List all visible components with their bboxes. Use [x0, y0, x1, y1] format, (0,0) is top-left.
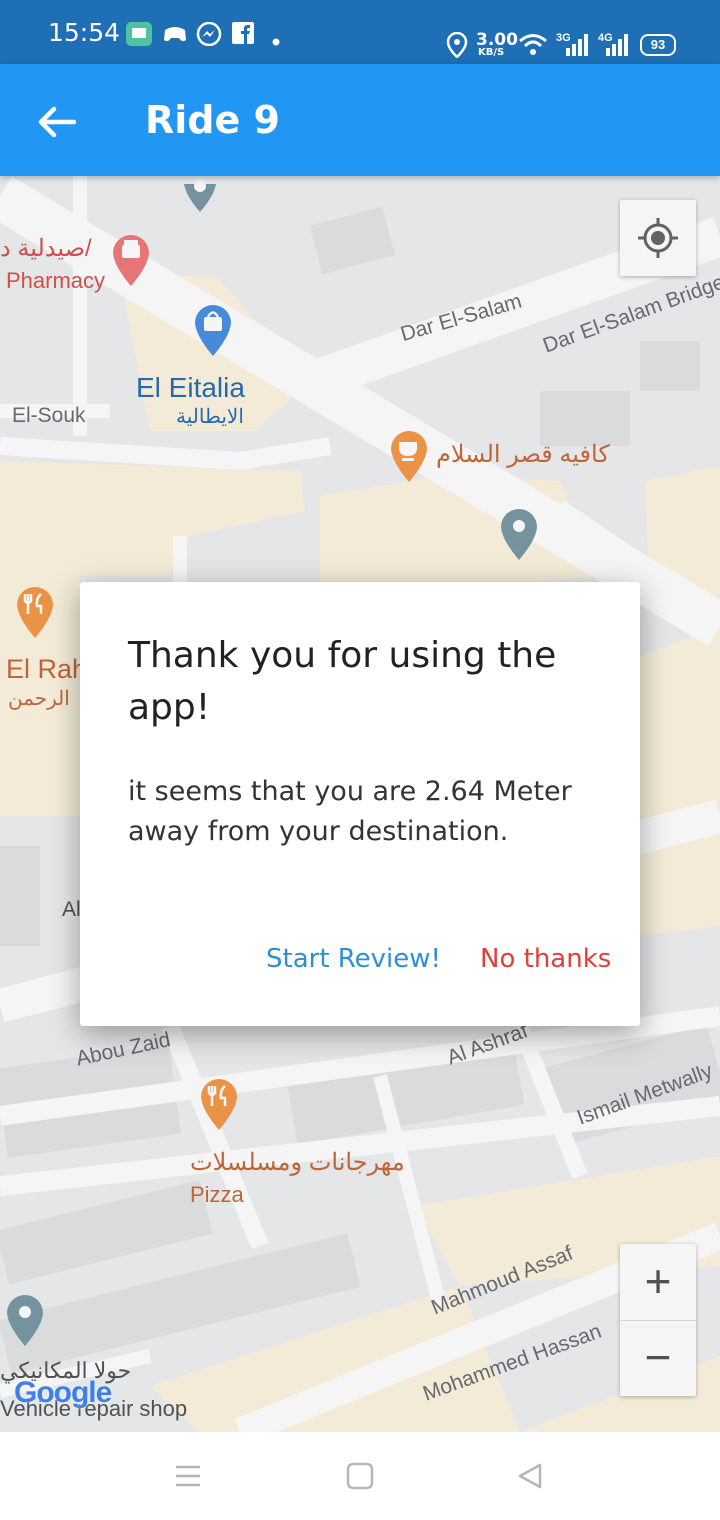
back-triangle-icon[interactable] [516, 1462, 544, 1490]
messenger-icon [196, 22, 222, 46]
no-thanks-button[interactable]: No thanks [480, 944, 611, 974]
notification-dot-icon [272, 38, 280, 46]
location-icon [446, 32, 468, 58]
gamepad-icon [164, 27, 186, 42]
completion-dialog: Thank you for using the app! it seems th… [80, 582, 640, 1026]
wifi-icon [519, 34, 547, 55]
menu-icon[interactable] [174, 1464, 202, 1488]
start-review-button[interactable]: Start Review! [266, 944, 441, 974]
signal-bars-icon [566, 34, 588, 56]
message-app-icon [126, 22, 152, 46]
facebook-icon [232, 22, 254, 44]
app-bar: Ride 9 [0, 64, 720, 176]
dialog-title: Thank you for using the app! [128, 635, 557, 728]
dialog-message: it seems that you are 2.64 Meter away fr… [128, 776, 572, 847]
battery-icon: 93 [640, 34, 676, 56]
clock: 15:54 [48, 18, 121, 47]
status-bar: 15:54 3.00 KB/S 3G 4G 93 [0, 0, 720, 64]
page-title: Ride 9 [145, 98, 280, 142]
home-square-icon[interactable] [346, 1462, 374, 1490]
net-speed-unit: KB/S [478, 47, 505, 58]
signal-bars-icon [606, 34, 628, 56]
arrow-left-icon[interactable] [34, 100, 78, 144]
system-nav-bar [0, 1432, 720, 1520]
battery-level: 93 [650, 37, 666, 52]
